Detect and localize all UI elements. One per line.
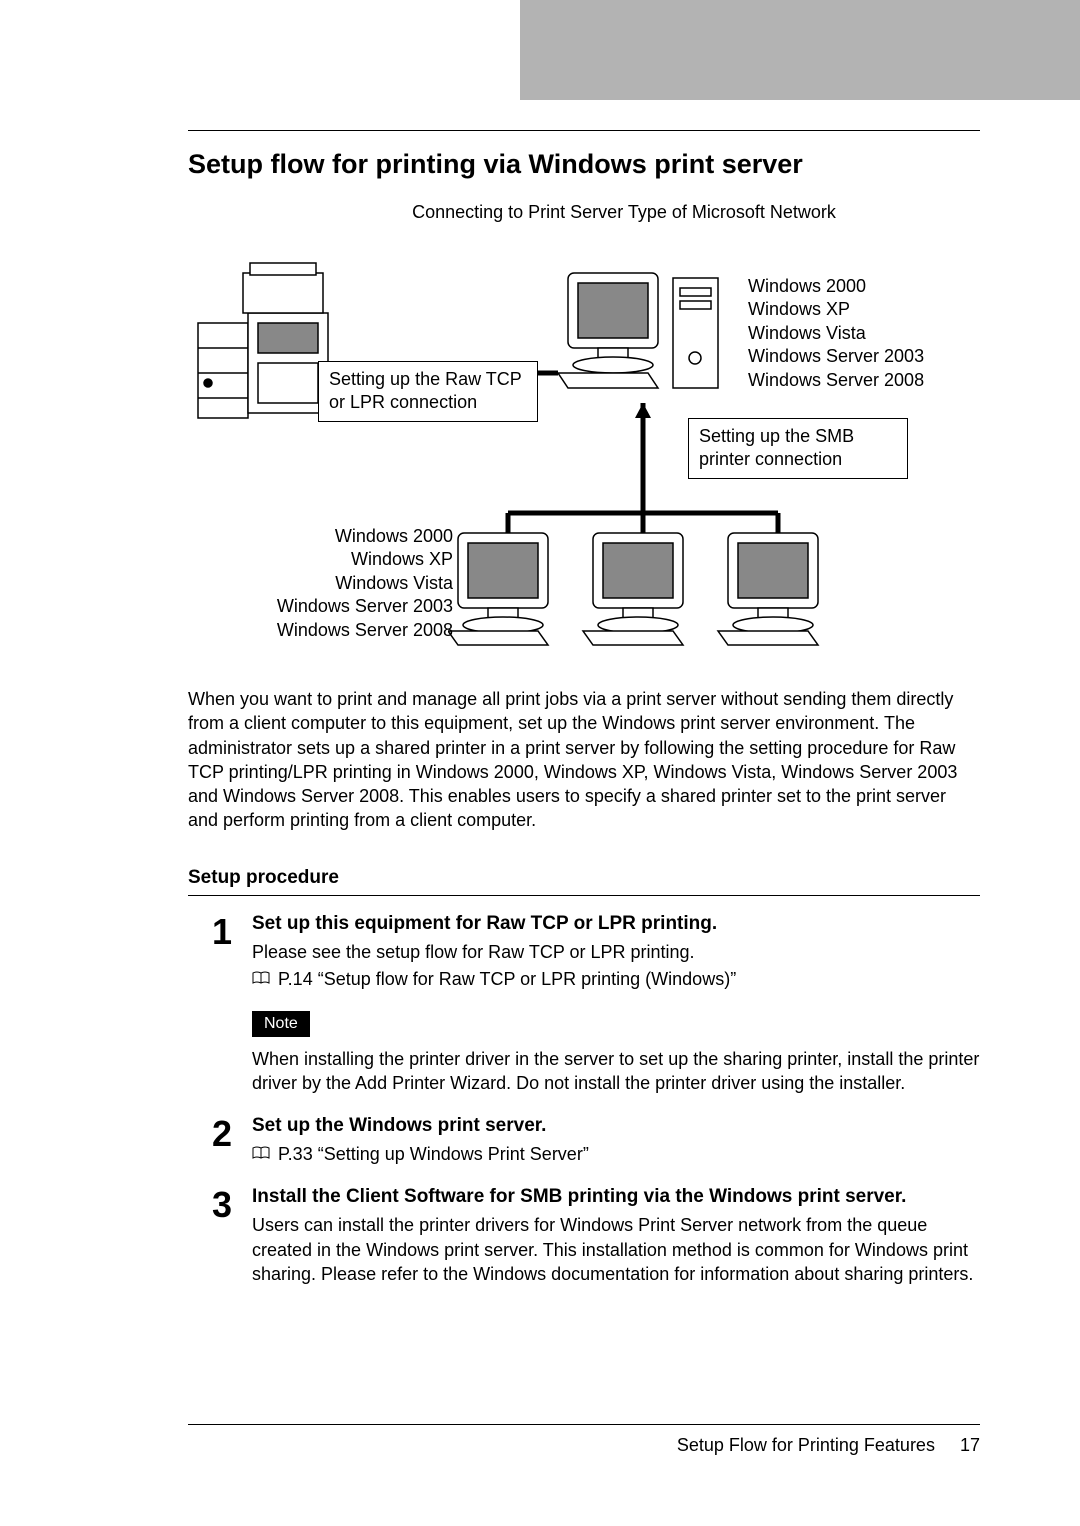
os-item: Windows Server 2008 (748, 369, 924, 392)
step-title: Set up the Windows print server. (252, 1114, 980, 1139)
footer: Setup Flow for Printing Features 17 (188, 1424, 980, 1456)
step-title: Install the Client Software for SMB prin… (252, 1185, 980, 1210)
book-icon (252, 971, 270, 985)
header-tab (520, 0, 1080, 100)
os-item: Windows Vista (748, 322, 924, 345)
note-text: When installing the printer driver in th… (252, 1047, 980, 1096)
step-1: 1 Set up this equipment for Raw TCP or L… (212, 912, 980, 1096)
printer-icon (188, 253, 338, 433)
cross-reference: P.33 “Setting up Windows Print Server” (278, 1142, 589, 1166)
server-icon (558, 263, 738, 403)
diagram-caption: Connecting to Print Server Type of Micro… (188, 202, 980, 223)
cross-reference: P.14 “Setup flow for Raw TCP or LPR prin… (278, 967, 736, 991)
step-number: 3 (212, 1185, 252, 1287)
network-diagram: Setting up the Raw TCP or LPR connection… (188, 233, 980, 663)
os-item: Windows Server 2008 (213, 619, 453, 642)
step-title: Set up this equipment for Raw TCP or LPR… (252, 912, 980, 937)
page-number: 17 (960, 1435, 980, 1455)
os-item: Windows 2000 (748, 275, 924, 298)
label-rawtcp: Setting up the Raw TCP or LPR connection (318, 361, 538, 422)
os-list-server: Windows 2000 Windows XP Windows Vista Wi… (748, 275, 924, 392)
step-text: Users can install the printer drivers fo… (252, 1213, 980, 1286)
client-pcs-icon (448, 523, 868, 653)
os-list-clients: Windows 2000 Windows XP Windows Vista Wi… (213, 525, 453, 642)
os-item: Windows XP (748, 298, 924, 321)
step-number: 2 (212, 1114, 252, 1167)
step-3: 3 Install the Client Software for SMB pr… (212, 1185, 980, 1287)
footer-section: Setup Flow for Printing Features (677, 1435, 935, 1455)
os-item: Windows XP (213, 548, 453, 571)
os-item: Windows Server 2003 (213, 595, 453, 618)
label-smb: Setting up the SMB printer connection (688, 418, 908, 479)
rule (188, 895, 980, 896)
os-item: Windows Server 2003 (748, 345, 924, 368)
rule (188, 130, 980, 131)
body-paragraph: When you want to print and manage all pr… (188, 687, 980, 833)
step-number: 1 (212, 912, 252, 1096)
rule (188, 1424, 980, 1425)
os-item: Windows Vista (213, 572, 453, 595)
step-2: 2 Set up the Windows print server. P.33 … (212, 1114, 980, 1167)
note-label: Note (252, 1011, 310, 1037)
step-text: Please see the setup flow for Raw TCP or… (252, 940, 980, 964)
book-icon (252, 1146, 270, 1160)
page-title: Setup flow for printing via Windows prin… (188, 149, 980, 180)
subheading: Setup procedure (188, 867, 980, 889)
os-item: Windows 2000 (213, 525, 453, 548)
